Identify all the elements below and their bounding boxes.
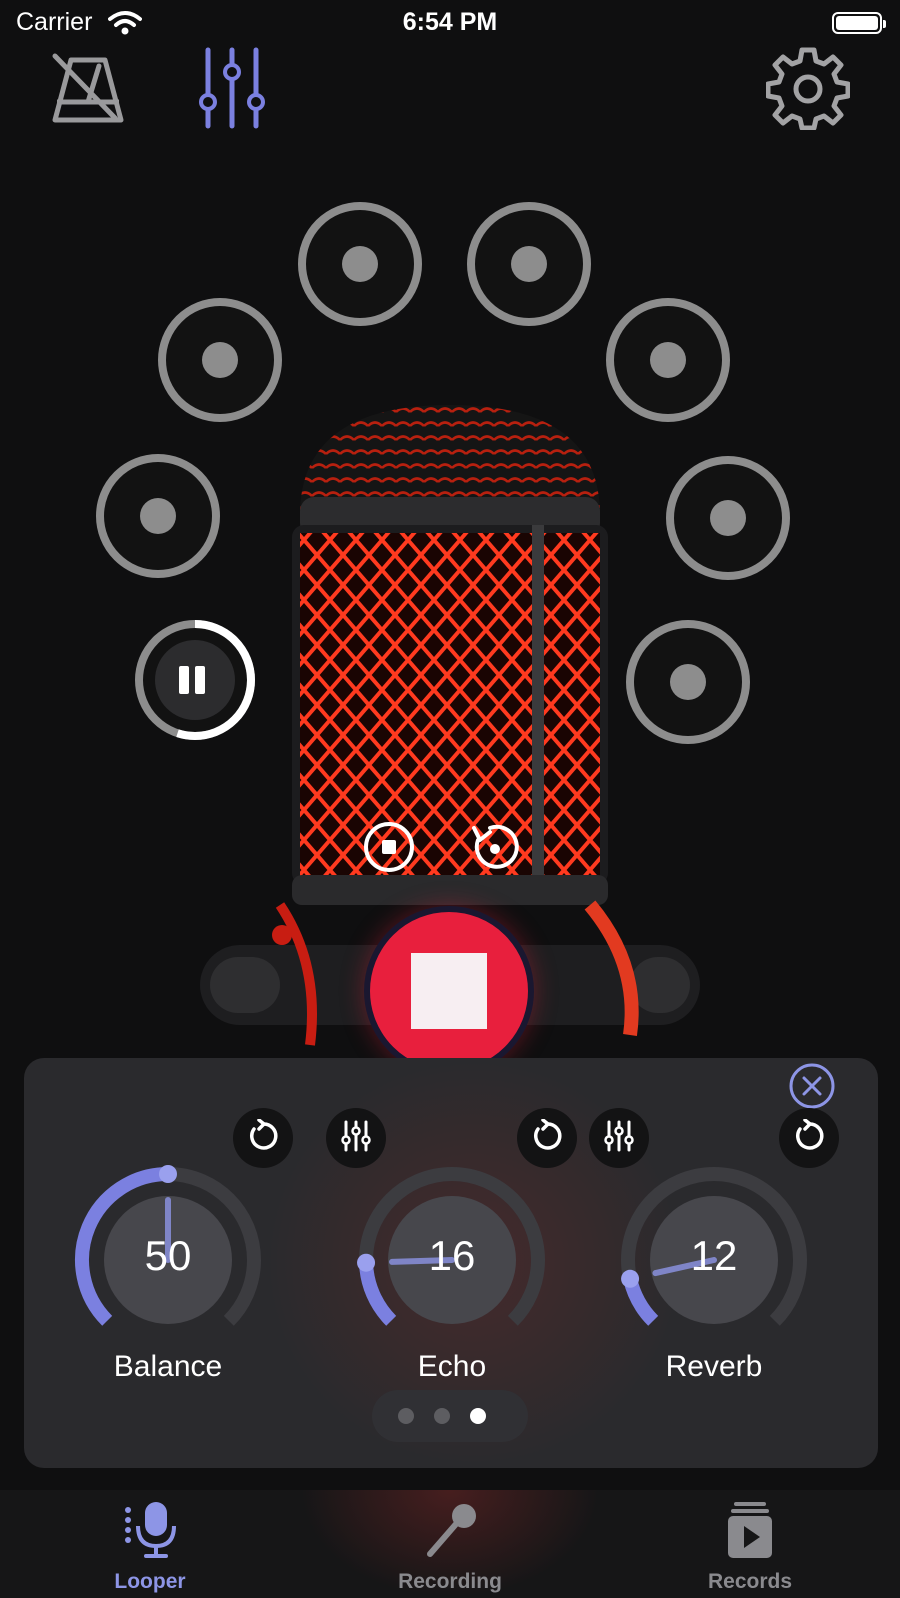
metronome-button[interactable] bbox=[48, 50, 128, 130]
page-dot-2[interactable] bbox=[434, 1408, 450, 1424]
echo-label: Echo bbox=[417, 1350, 487, 1383]
stop-square-icon bbox=[411, 953, 487, 1029]
tab-recording[interactable]: Recording bbox=[300, 1490, 600, 1598]
slot-dot bbox=[650, 342, 686, 378]
loop-slot-5[interactable] bbox=[96, 454, 220, 578]
settings-button[interactable] bbox=[765, 47, 851, 130]
tab-recording-label: Recording bbox=[398, 1570, 502, 1593]
loop-slot-6[interactable] bbox=[666, 456, 790, 580]
page-dot-1[interactable] bbox=[398, 1408, 414, 1424]
clock: 6:54 PM bbox=[402, 8, 498, 36]
page-dot-3[interactable] bbox=[470, 1408, 486, 1424]
undo-loop-button[interactable] bbox=[468, 820, 522, 874]
mixer-sliders-icon bbox=[194, 46, 270, 135]
handheld-mic-icon bbox=[420, 1500, 480, 1560]
status-bar: Carrier 6:54 PM bbox=[0, 0, 900, 48]
page-indicator bbox=[372, 1390, 528, 1442]
gear-icon bbox=[765, 46, 851, 135]
loop-slot-2[interactable] bbox=[467, 202, 591, 326]
balance-knob[interactable]: 50 bbox=[68, 1160, 268, 1360]
reset-icon bbox=[530, 1117, 564, 1158]
reset-echo-button[interactable] bbox=[517, 1108, 577, 1168]
slot-dot bbox=[342, 246, 378, 282]
reverb-label: Reverb bbox=[665, 1350, 763, 1383]
battery-icon bbox=[832, 12, 886, 34]
undo-circle-icon bbox=[468, 824, 522, 878]
reverb-settings-button[interactable] bbox=[589, 1108, 649, 1168]
records-play-icon bbox=[720, 1500, 780, 1560]
slot-dot bbox=[140, 498, 176, 534]
echo-knob[interactable]: 16 bbox=[352, 1160, 552, 1360]
slot-dot bbox=[511, 246, 547, 282]
tab-bar: Looper Recording Records bbox=[0, 1490, 900, 1598]
loop-slot-4[interactable] bbox=[606, 298, 730, 422]
mixer-sliders-icon bbox=[602, 1119, 636, 1158]
slot-dot bbox=[710, 500, 746, 536]
tab-records[interactable]: Records bbox=[600, 1490, 900, 1598]
tab-looper[interactable]: Looper bbox=[0, 1490, 300, 1598]
reverb-knob[interactable]: 12 bbox=[614, 1160, 814, 1360]
loop-slot-3[interactable] bbox=[158, 298, 282, 422]
reset-reverb-button[interactable] bbox=[779, 1108, 839, 1168]
echo-settings-button[interactable] bbox=[326, 1108, 386, 1168]
microphone-icon bbox=[120, 1500, 180, 1560]
stop-loop-button[interactable] bbox=[364, 822, 414, 872]
balance-value: 50 bbox=[144, 1232, 192, 1279]
tab-records-label: Records bbox=[707, 1570, 793, 1593]
loop-slot-7[interactable] bbox=[626, 620, 750, 744]
mixer-button[interactable] bbox=[192, 47, 272, 130]
mixer-sliders-icon bbox=[339, 1119, 373, 1158]
reset-icon bbox=[246, 1117, 280, 1158]
knob-handle bbox=[159, 1165, 177, 1183]
reverb-value: 12 bbox=[690, 1232, 738, 1279]
close-panel-button[interactable] bbox=[789, 1063, 835, 1109]
echo-value: 16 bbox=[428, 1232, 476, 1279]
loop-slot-playing[interactable] bbox=[133, 618, 257, 742]
reset-balance-button[interactable] bbox=[233, 1108, 293, 1168]
reset-icon bbox=[792, 1117, 826, 1158]
metronome-muted-icon bbox=[49, 48, 127, 133]
record-stop-button[interactable] bbox=[364, 906, 534, 1076]
tab-looper-label: Looper bbox=[114, 1570, 186, 1593]
loop-slot-1[interactable] bbox=[298, 202, 422, 326]
balance-label: Balance bbox=[113, 1350, 223, 1383]
slot-dot bbox=[670, 664, 706, 700]
slot-dot bbox=[202, 342, 238, 378]
